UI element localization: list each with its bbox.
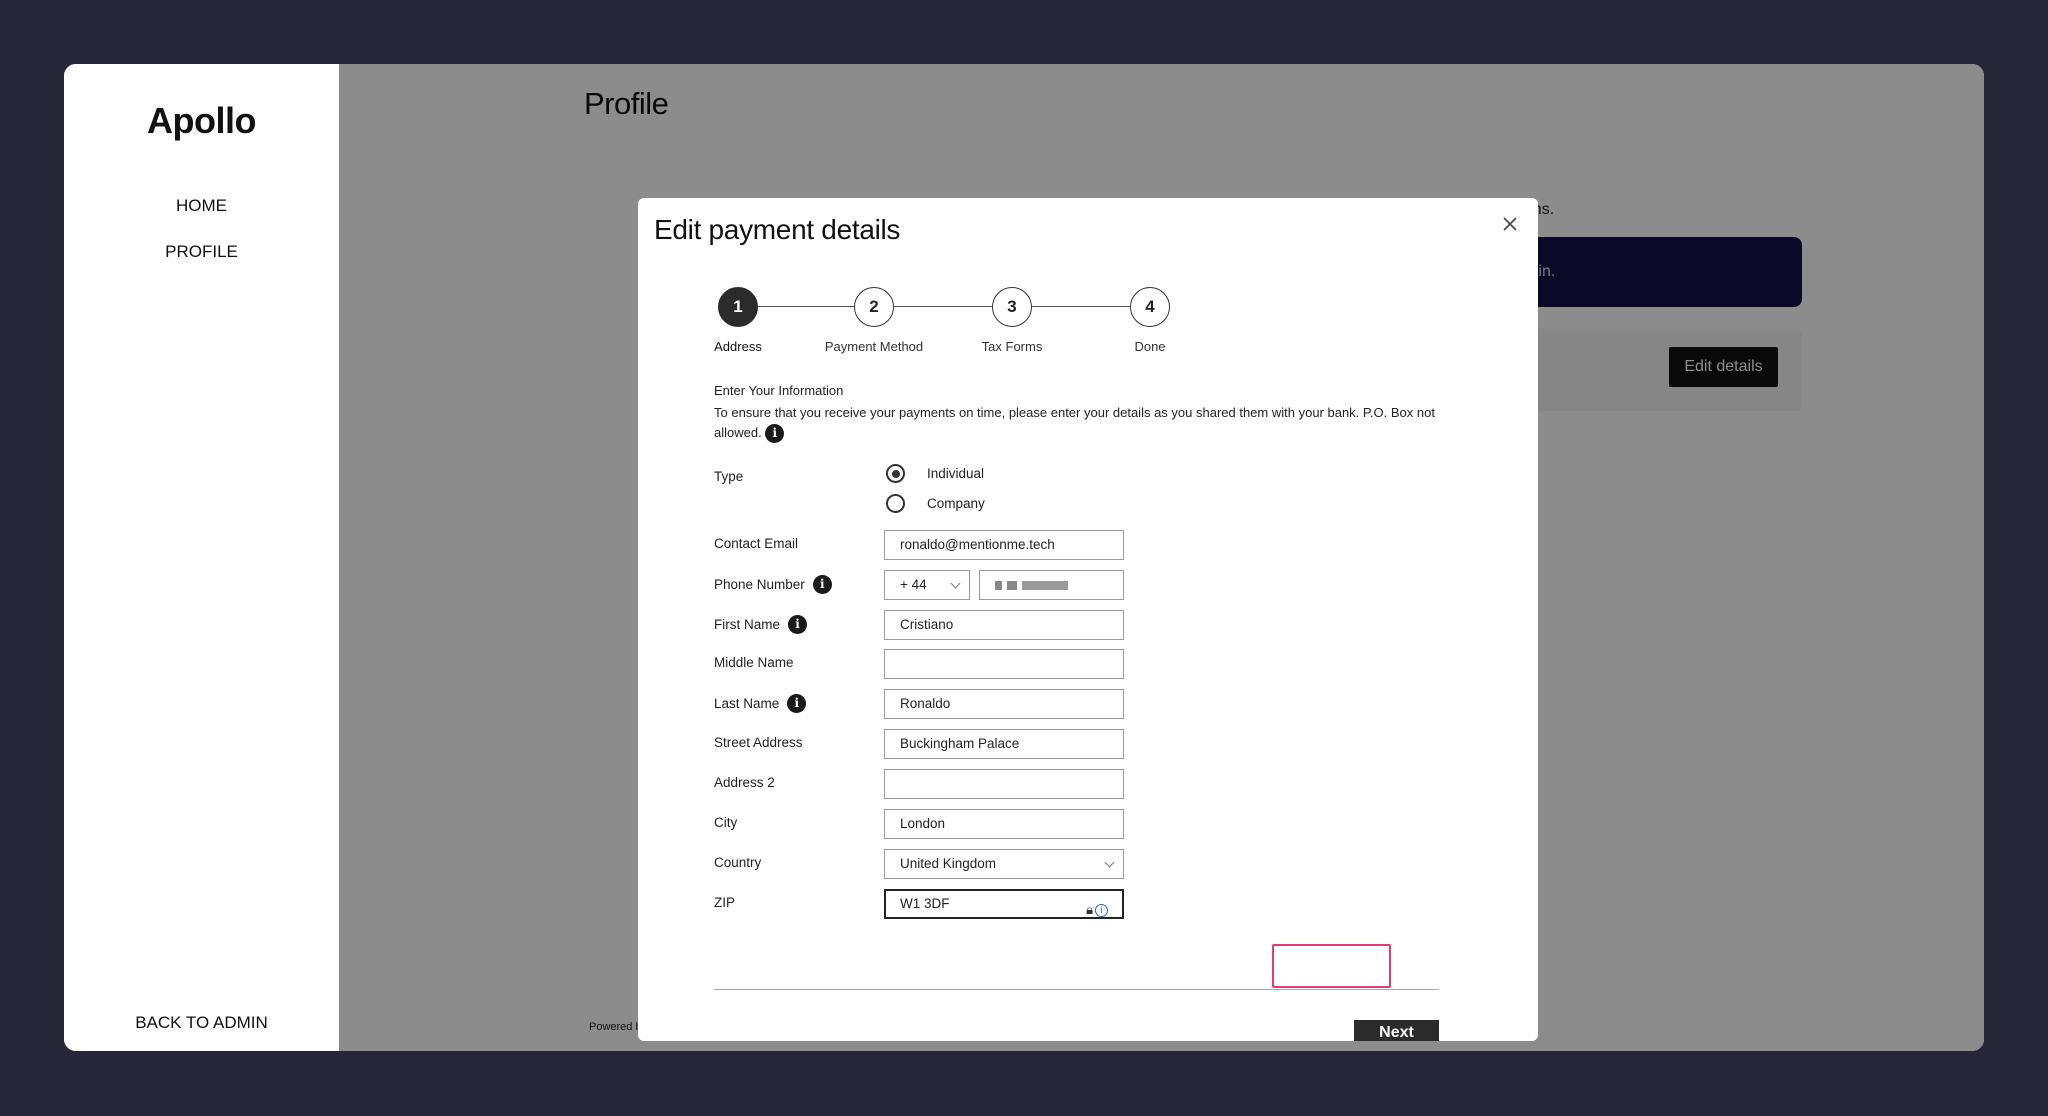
last-name-label-text: Last Name — [714, 696, 780, 712]
city-field[interactable]: London — [884, 809, 1124, 839]
redacted-mark — [1007, 580, 1017, 590]
phone-number-label: Phone Number i — [714, 575, 832, 595]
nav-home[interactable]: HOME — [64, 196, 339, 216]
info-heading: Enter Your Information — [714, 383, 844, 398]
step-2-label: Payment Method — [824, 339, 924, 354]
redacted-mark — [995, 580, 1002, 590]
stepper-connector — [1032, 306, 1130, 307]
first-name-label: First Name i — [714, 615, 808, 635]
step-4-circle: 4 — [1130, 287, 1170, 327]
info-text-body: To ensure that you receive your payments… — [714, 405, 1435, 440]
app-window: Apollo HOME PROFILE BACK TO ADMIN Profil… — [64, 64, 1984, 1051]
first-name-label-text: First Name — [714, 617, 781, 633]
next-button-highlight — [1272, 944, 1391, 988]
radio-company-label[interactable]: Company — [927, 496, 985, 511]
step-2-circle: 2 — [854, 287, 894, 327]
middle-name-label: Middle Name — [714, 655, 794, 670]
first-name-field[interactable]: Cristiano — [884, 610, 1124, 640]
phone-number-label-text: Phone Number — [714, 577, 805, 593]
step-3-circle: 3 — [992, 287, 1032, 327]
info-icon[interactable]: i — [812, 575, 832, 594]
street-address-field[interactable]: Buckingham Palace — [884, 729, 1124, 759]
lock-icon[interactable]: 🔒︎ — [1086, 902, 1093, 917]
stepper-connector — [894, 306, 992, 307]
last-name-field[interactable]: Ronaldo — [884, 689, 1124, 719]
address2-label: Address 2 — [714, 775, 775, 790]
city-label: City — [714, 815, 738, 830]
chevron-down-icon — [1104, 857, 1115, 868]
nav-back-to-admin[interactable]: BACK TO ADMIN — [64, 1013, 339, 1033]
app-logo: Apollo — [147, 100, 256, 141]
redacted-mark — [1022, 580, 1068, 590]
modal-title: Edit payment details — [654, 214, 901, 245]
info-text: To ensure that you receive your payments… — [714, 403, 1454, 444]
step-1-label: Address — [714, 339, 762, 354]
phone-country-code-value: + 44 — [900, 577, 927, 592]
close-icon[interactable] — [1500, 214, 1520, 234]
zip-field-value: W1 3DF — [900, 896, 950, 911]
phone-country-code-select[interactable]: + 44 — [884, 570, 970, 600]
step-3-label: Tax Forms — [981, 339, 1043, 354]
last-name-label: Last Name i — [714, 694, 807, 714]
next-button[interactable]: Next — [1354, 1020, 1439, 1041]
sidebar: Apollo HOME PROFILE BACK TO ADMIN — [64, 64, 339, 1051]
middle-name-field[interactable] — [884, 649, 1124, 679]
country-select-value: United Kingdom — [900, 856, 997, 871]
stepper-connector — [754, 306, 858, 307]
contact-email-field[interactable]: ronaldo@mentionme.tech — [884, 530, 1124, 560]
country-select[interactable]: United Kingdom — [884, 849, 1124, 879]
autofill-icons[interactable]: 🔒︎ i — [1086, 897, 1108, 917]
contact-email-label: Contact Email — [714, 536, 799, 551]
info-icon[interactable]: i — [788, 615, 808, 634]
radio-company[interactable] — [886, 494, 905, 513]
footer-divider — [714, 989, 1439, 990]
edit-payment-modal: Edit payment details 1 2 3 4 Address Pay… — [638, 198, 1538, 1041]
type-label: Type — [714, 469, 744, 484]
step-1-circle: 1 — [718, 287, 758, 327]
zip-field[interactable]: W1 3DF 🔒︎ i — [884, 889, 1124, 919]
step-4-label: Done — [1134, 339, 1166, 354]
country-label: Country — [714, 855, 762, 870]
phone-number-field[interactable] — [979, 570, 1124, 600]
key-icon[interactable]: i — [1095, 904, 1108, 917]
nav-profile[interactable]: PROFILE — [64, 242, 339, 262]
info-icon[interactable]: i — [765, 424, 785, 444]
chevron-down-icon — [950, 578, 961, 589]
address2-field[interactable] — [884, 769, 1124, 799]
info-icon[interactable]: i — [787, 694, 807, 713]
radio-individual[interactable] — [886, 464, 905, 483]
street-address-label: Street Address — [714, 735, 803, 750]
radio-individual-label[interactable]: Individual — [927, 466, 984, 481]
zip-label: ZIP — [714, 895, 736, 910]
